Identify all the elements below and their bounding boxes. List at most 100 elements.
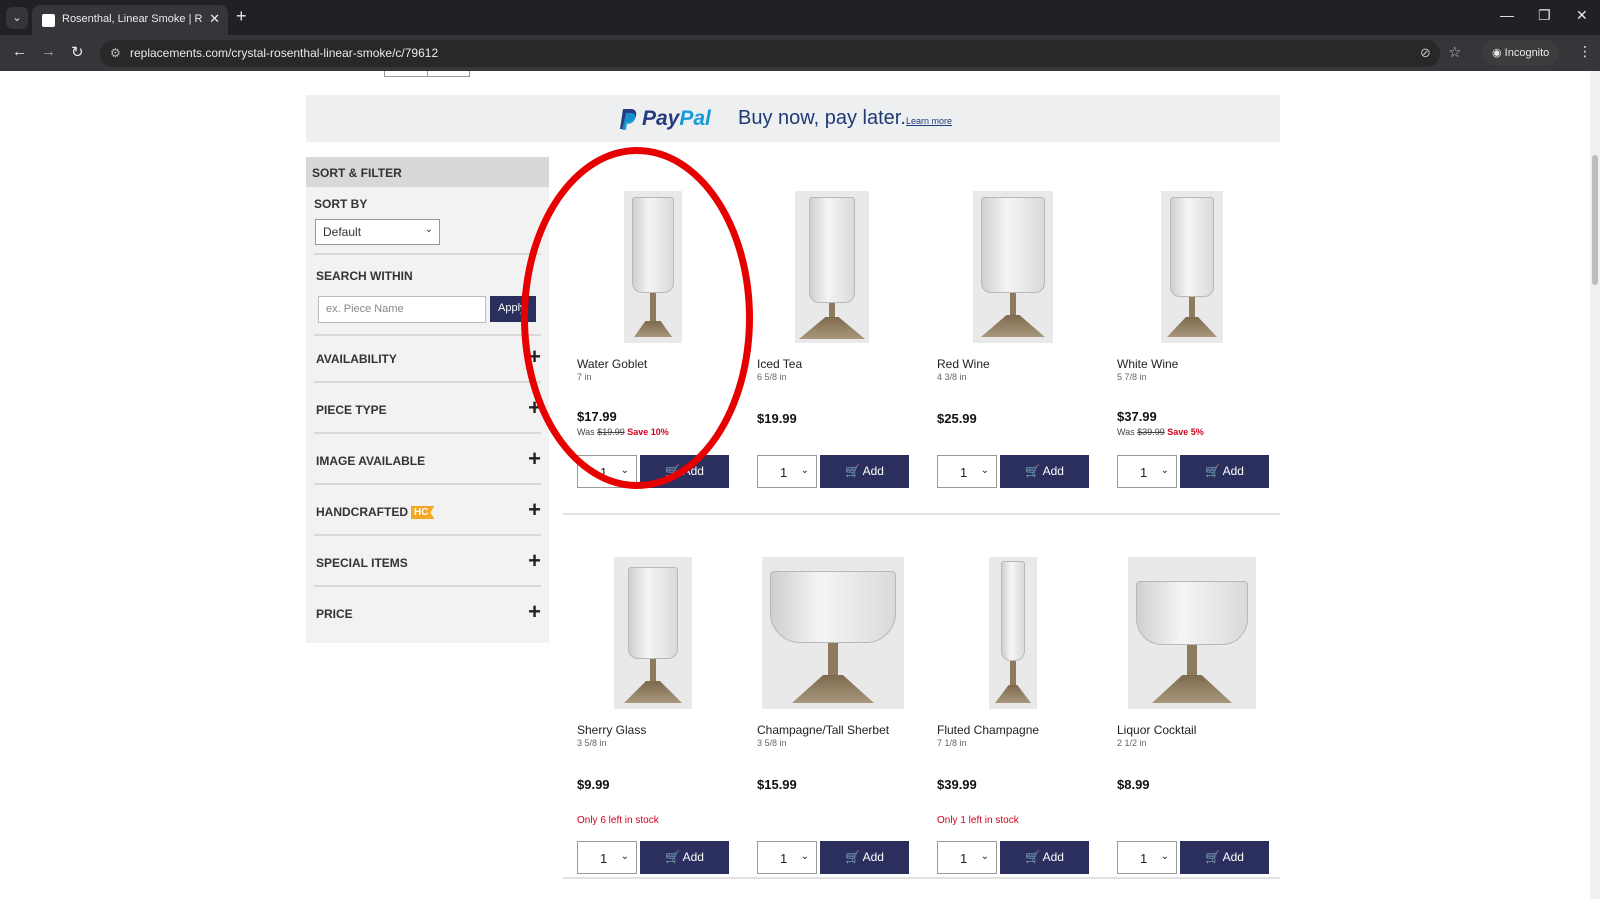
divider xyxy=(314,585,541,587)
quantity-select[interactable]: 1 ⌄ xyxy=(937,841,997,874)
product-name[interactable]: Water Goblet xyxy=(577,357,647,371)
product-name[interactable]: Liquor Cocktail xyxy=(1117,723,1196,737)
product-image[interactable] xyxy=(1128,557,1256,709)
close-icon[interactable]: ✕ xyxy=(1576,7,1588,24)
product-card-white-wine[interactable]: White Wine 5 7/8 in $37.99 Was $39.99 Sa… xyxy=(1117,191,1277,511)
product-image[interactable] xyxy=(795,191,869,343)
page-scrollbar[interactable] xyxy=(1590,71,1600,899)
add-to-cart-button[interactable]: 🛒 Add xyxy=(1180,841,1269,874)
product-image[interactable] xyxy=(973,191,1053,343)
tab-close-icon[interactable]: ✕ xyxy=(209,11,220,27)
address-bar[interactable]: ⚙ replacements.com/crystal-rosenthal-lin… xyxy=(100,40,1461,67)
quantity-select[interactable]: 1 ⌄ xyxy=(1117,455,1177,488)
glass-bowl xyxy=(632,197,674,293)
scrollbar-thumb[interactable] xyxy=(1592,155,1598,285)
favicon-icon xyxy=(42,14,55,27)
url-text[interactable]: replacements.com/crystal-rosenthal-linea… xyxy=(130,46,438,60)
glass-foot xyxy=(1167,317,1217,337)
paypal-banner[interactable]: PayPal Buy now, pay later. Learn more xyxy=(306,95,1280,142)
quantity-select[interactable]: 1 ⌄ xyxy=(577,455,637,488)
product-image[interactable] xyxy=(762,557,904,709)
cart-icon: 🛒 xyxy=(1205,464,1220,478)
product-name[interactable]: White Wine xyxy=(1117,357,1178,371)
glass-foot xyxy=(981,315,1045,337)
sort-select[interactable]: Default ⌄ xyxy=(315,219,440,245)
browser-tab[interactable]: Rosenthal, Linear Smoke | Repl ✕ xyxy=(32,5,228,35)
plus-icon[interactable]: + xyxy=(528,498,541,522)
incognito-badge[interactable]: ◉ Incognito xyxy=(1482,40,1560,66)
product-image[interactable] xyxy=(624,191,682,343)
qty-value: 1 xyxy=(600,465,608,480)
add-label: Add xyxy=(1042,464,1064,478)
plus-icon[interactable]: + xyxy=(528,600,541,624)
save-badge: Save 5% xyxy=(1167,427,1204,437)
add-to-cart-button[interactable]: 🛒 Add xyxy=(640,455,729,488)
product-name[interactable]: Red Wine xyxy=(937,357,990,371)
plus-icon[interactable]: + xyxy=(528,549,541,573)
product-card-champagne-tall-sherbet[interactable]: Champagne/Tall Sherbet 3 5/8 in $15.99 1… xyxy=(757,557,917,877)
forward-icon[interactable]: → xyxy=(41,43,56,60)
apply-button[interactable]: Apply xyxy=(490,296,536,322)
plus-icon[interactable]: + xyxy=(528,345,541,369)
new-tab-button[interactable]: + xyxy=(236,6,247,27)
product-name[interactable]: Fluted Champagne xyxy=(937,723,1039,737)
tab-list-icon[interactable]: ⌄ xyxy=(6,7,28,29)
chevron-down-icon: ⌄ xyxy=(800,851,809,862)
star-icon[interactable]: ☆ xyxy=(1448,43,1461,61)
facet-special-items[interactable]: SPECIAL ITEMS + xyxy=(316,548,541,578)
product-image[interactable] xyxy=(989,557,1037,709)
divider xyxy=(314,334,541,336)
qty-value: 1 xyxy=(1140,465,1148,480)
minimize-icon[interactable]: — xyxy=(1500,7,1514,23)
chevron-down-icon: ⌄ xyxy=(620,465,629,476)
add-to-cart-button[interactable]: 🛒 Add xyxy=(640,841,729,874)
facet-image-available[interactable]: IMAGE AVAILABLE + xyxy=(316,446,541,476)
product-name[interactable]: Iced Tea xyxy=(757,357,802,371)
facet-label-text: HANDCRAFTED xyxy=(316,505,408,519)
product-name[interactable]: Sherry Glass xyxy=(577,723,646,737)
product-name[interactable]: Champagne/Tall Sherbet xyxy=(757,723,889,737)
qty-value: 1 xyxy=(600,851,608,866)
page-content: PayPal Buy now, pay later. Learn more SO… xyxy=(0,71,1590,899)
product-image[interactable] xyxy=(1161,191,1223,343)
paypal-tagline: Buy now, pay later. xyxy=(738,107,906,129)
reload-icon[interactable]: ↻ xyxy=(71,43,84,61)
facet-handcrafted[interactable]: HANDCRAFTED HC + xyxy=(316,497,541,527)
product-card-water-goblet[interactable]: Water Goblet 7 in $17.99 Was $19.99 Save… xyxy=(577,191,737,511)
product-size: 2 1/2 in xyxy=(1117,738,1147,748)
quantity-select[interactable]: 1 ⌄ xyxy=(757,841,817,874)
plus-icon[interactable]: + xyxy=(528,447,541,471)
search-within-input[interactable]: ex. Piece Name xyxy=(318,296,486,323)
product-card-iced-tea[interactable]: Iced Tea 6 5/8 in $19.99 1 ⌄ 🛒 Add xyxy=(757,191,917,511)
divider xyxy=(314,534,541,536)
quantity-select[interactable]: 1 ⌄ xyxy=(757,455,817,488)
product-card-sherry-glass[interactable]: Sherry Glass 3 5/8 in $9.99 Only 6 left … xyxy=(577,557,737,877)
learn-more-link[interactable]: Learn more xyxy=(906,116,952,126)
was-price: $39.99 xyxy=(1137,427,1165,437)
back-icon[interactable]: ← xyxy=(12,43,27,60)
add-to-cart-button[interactable]: 🛒 Add xyxy=(1180,455,1269,488)
eye-off-icon[interactable]: ⊘ xyxy=(1420,45,1431,61)
add-to-cart-button[interactable]: 🛒 Add xyxy=(1000,455,1089,488)
quantity-select[interactable]: 1 ⌄ xyxy=(1117,841,1177,874)
product-image[interactable] xyxy=(614,557,692,709)
product-card-fluted-champagne[interactable]: Fluted Champagne 7 1/8 in $39.99 Only 1 … xyxy=(937,557,1097,877)
divider xyxy=(314,432,541,434)
plus-icon[interactable]: + xyxy=(528,396,541,420)
facet-label: PRICE xyxy=(316,607,353,621)
restore-icon[interactable]: ❐ xyxy=(1538,7,1551,24)
quantity-select[interactable]: 1 ⌄ xyxy=(937,455,997,488)
add-to-cart-button[interactable]: 🛒 Add xyxy=(820,455,909,488)
add-to-cart-button[interactable]: 🛒 Add xyxy=(1000,841,1089,874)
facet-price[interactable]: PRICE + xyxy=(316,599,541,629)
facet-availability[interactable]: AVAILABILITY + xyxy=(316,344,541,374)
product-card-liquor-cocktail[interactable]: Liquor Cocktail 2 1/2 in $8.99 1 ⌄ 🛒 Add xyxy=(1117,557,1277,877)
add-to-cart-button[interactable]: 🛒 Add xyxy=(820,841,909,874)
product-card-red-wine[interactable]: Red Wine 4 3/8 in $25.99 1 ⌄ 🛒 Add xyxy=(937,191,1097,511)
site-info-icon[interactable]: ⚙ xyxy=(110,46,121,60)
quantity-select[interactable]: 1 ⌄ xyxy=(577,841,637,874)
glass-bowl xyxy=(1170,197,1214,297)
facet-piece-type[interactable]: PIECE TYPE + xyxy=(316,395,541,425)
menu-icon[interactable]: ⋮ xyxy=(1578,43,1592,60)
view-toggle[interactable] xyxy=(384,71,470,77)
